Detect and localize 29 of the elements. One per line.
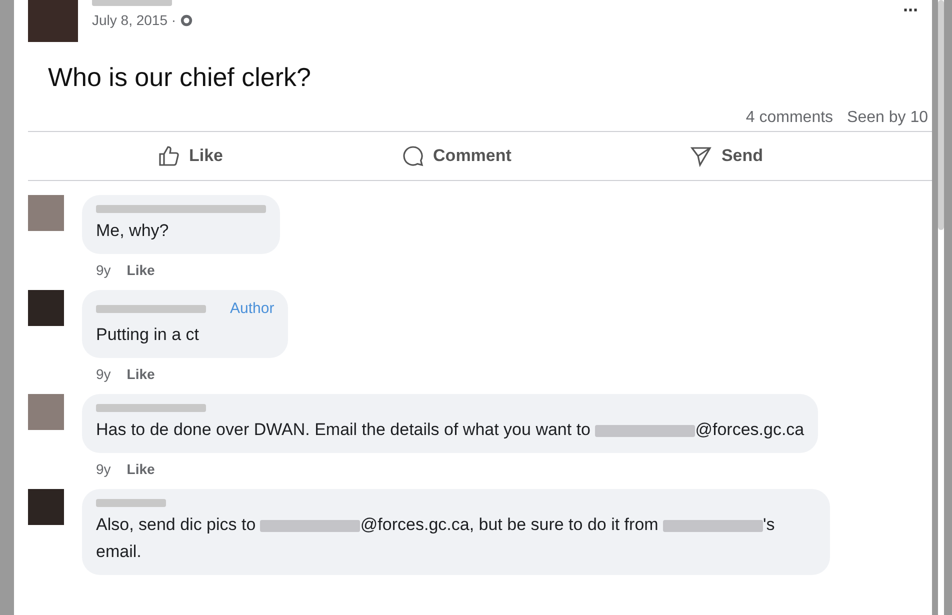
seen-by-count[interactable]: Seen by 10 xyxy=(847,109,928,127)
comment-like-link[interactable]: Like xyxy=(126,262,155,278)
thumbs-up-icon xyxy=(157,144,181,168)
redacted-name xyxy=(96,499,166,507)
commenter-avatar[interactable] xyxy=(28,195,64,231)
post-date[interactable]: July 8, 2015 · xyxy=(92,12,176,28)
comment-age: 9y xyxy=(96,366,111,382)
avatar[interactable] xyxy=(28,0,78,42)
commenter-avatar[interactable] xyxy=(28,290,64,326)
send-button[interactable]: Send xyxy=(685,140,767,172)
speech-bubble-icon xyxy=(401,144,426,168)
send-icon xyxy=(689,144,714,168)
comment-age: 9y xyxy=(96,461,111,477)
comment-like-link[interactable]: Like xyxy=(126,366,155,382)
comment-text: Also, send dic pics to @forces.gc.ca, but be sure to do it from 's email. xyxy=(96,514,776,563)
commenter-avatar[interactable] xyxy=(28,489,64,525)
comments-count[interactable]: 4 comments xyxy=(746,109,834,127)
comment-text: Has to de done over DWAN. Email the details of what you want to @forces.gc.ca xyxy=(96,419,804,441)
post-text: Who is our chief clerk? xyxy=(48,62,312,93)
comment-text: Putting in a ct xyxy=(96,324,200,346)
commenter-avatar[interactable] xyxy=(28,394,64,430)
comment-age: 9y xyxy=(96,262,111,278)
comment-like-link[interactable]: Like xyxy=(126,461,155,477)
scrollbar-thumb[interactable] xyxy=(938,0,944,230)
author-label: Author xyxy=(230,300,274,317)
more-options[interactable]: ··· xyxy=(903,0,918,21)
comment-button[interactable]: Comment xyxy=(397,140,516,172)
like-button[interactable]: Like xyxy=(153,140,228,172)
comment-text: Me, why? xyxy=(96,220,170,242)
